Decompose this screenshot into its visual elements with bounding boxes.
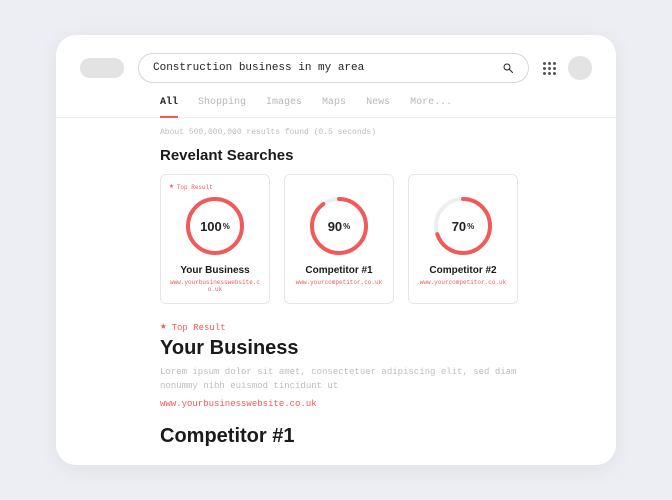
tab-more[interactable]: More...: [410, 93, 452, 117]
card-url[interactable]: www.yourbusinesswebsite.co.uk: [169, 279, 261, 293]
results-stats: About 500,000,000 results found (0.5 sec…: [160, 128, 616, 137]
result-title[interactable]: Competitor #1: [160, 425, 576, 448]
star-icon: ★: [160, 322, 167, 333]
top-result-badge: ★Top Result: [160, 322, 576, 333]
results-body: About 500,000,000 results found (0.5 sec…: [56, 118, 616, 465]
search-input[interactable]: [153, 62, 494, 74]
search-result: Competitor #1: [160, 425, 616, 448]
section-heading-relevant: Revelant Searches: [160, 147, 616, 164]
card-title: Competitor #2: [429, 265, 496, 276]
relevance-card[interactable]: ★Top Result 100% Your Business www.yourb…: [160, 174, 270, 304]
relevance-ring: 70%: [432, 195, 494, 257]
apps-grid-icon[interactable]: [543, 62, 556, 75]
tab-news[interactable]: News: [366, 93, 390, 117]
relevance-card[interactable]: 70% Competitor #2 www.yourcompetitor.co.…: [408, 174, 518, 304]
tab-shopping[interactable]: Shopping: [198, 93, 246, 117]
search-bar[interactable]: [138, 53, 529, 83]
card-url[interactable]: www.yourcompetitor.co.uk: [420, 279, 506, 286]
tab-images[interactable]: Images: [266, 93, 302, 117]
search-result: ★Top Result Your Business Lorem ipsum do…: [160, 322, 616, 409]
relevance-card[interactable]: 90% Competitor #1 www.yourcompetitor.co.…: [284, 174, 394, 304]
search-icon[interactable]: [502, 62, 514, 74]
tabs: All Shopping Images Maps News More...: [56, 93, 616, 118]
relevance-ring: 90%: [308, 195, 370, 257]
result-title[interactable]: Your Business: [160, 337, 576, 360]
relevance-percent: 70%: [432, 195, 494, 257]
tab-all[interactable]: All: [160, 93, 178, 118]
top-bar: [56, 35, 616, 93]
card-title: Your Business: [180, 265, 249, 276]
result-description: Lorem ipsum dolor sit amet, consectetuer…: [160, 366, 520, 393]
logo-placeholder: [80, 58, 124, 78]
card-url[interactable]: www.yourcompetitor.co.uk: [296, 279, 382, 286]
search-results-window: All Shopping Images Maps News More... Ab…: [56, 35, 616, 465]
relevance-cards: ★Top Result 100% Your Business www.yourb…: [160, 174, 616, 304]
card-title: Competitor #1: [305, 265, 372, 276]
relevance-percent: 100%: [184, 195, 246, 257]
relevance-percent: 90%: [308, 195, 370, 257]
avatar[interactable]: [568, 56, 592, 80]
star-icon: ★: [169, 183, 174, 191]
top-result-badge: ★Top Result: [169, 183, 213, 191]
relevance-ring: 100%: [184, 195, 246, 257]
result-url[interactable]: www.yourbusinesswebsite.co.uk: [160, 399, 576, 409]
tab-maps[interactable]: Maps: [322, 93, 346, 117]
